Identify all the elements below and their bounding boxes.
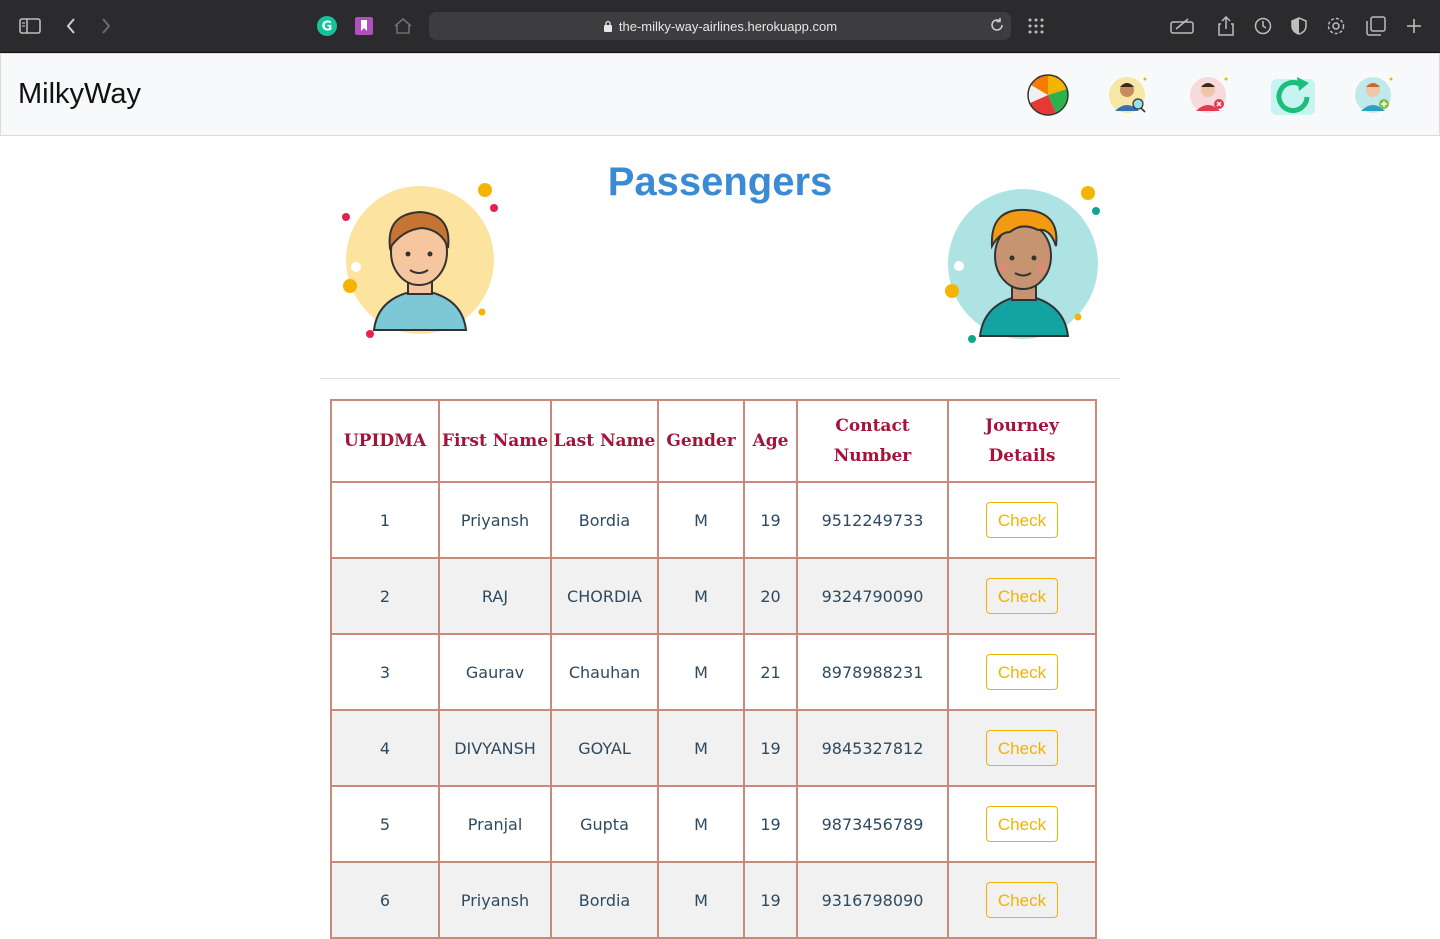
cell-gender: M [657, 785, 745, 863]
cell-age: 19 [743, 861, 798, 939]
cell-last-name: Gupta [550, 785, 659, 863]
column-header-upidma: UPIDMA [330, 399, 440, 483]
cell-contact: 9316798090 [796, 861, 949, 939]
cell-upidma: 2 [330, 557, 440, 635]
column-header-gender: Gender [657, 399, 745, 483]
cell-first-name: Pranjal [438, 785, 552, 863]
cell-gender: M [657, 633, 745, 711]
cell-contact: 9845327812 [796, 709, 949, 787]
refresh-icon[interactable] [1269, 73, 1315, 117]
column-header-first-name: First Name [438, 399, 552, 483]
cell-age: 19 [743, 481, 798, 559]
cell-last-name: CHORDIA [550, 557, 659, 635]
cell-contact: 9324790090 [796, 557, 949, 635]
url-text: the-milky-way-airlines.herokuapp.com [618, 18, 838, 34]
cell-first-name: DIVYANSH [438, 709, 552, 787]
section-divider [320, 378, 1120, 379]
column-header-age: Age [743, 399, 798, 483]
remove-user-icon[interactable] [1188, 73, 1232, 117]
grid-apps-icon[interactable] [1024, 14, 1048, 38]
app-navbar: MilkyWay [0, 53, 1440, 136]
column-header-journey-details: Journey Details [947, 399, 1097, 483]
history-icon[interactable] [1251, 14, 1275, 38]
cell-first-name: Priyansh [438, 481, 552, 559]
check-journey-button[interactable]: Check [986, 806, 1058, 842]
svg-text:G: G [322, 20, 333, 35]
cell-journey: Check [947, 481, 1097, 559]
passenger-avatar-right [940, 180, 1110, 349]
cell-age: 19 [743, 709, 798, 787]
cell-age: 20 [743, 557, 798, 635]
table-header-row: UPIDMA First Name Last Name Gender Age C… [330, 399, 1097, 483]
cell-contact: 8978988231 [796, 633, 949, 711]
column-header-last-name: Last Name [550, 399, 659, 483]
brand-logo[interactable]: MilkyWay [18, 78, 141, 111]
cell-first-name: RAJ [438, 557, 552, 635]
reload-icon[interactable] [989, 17, 1005, 33]
pie-chart-icon[interactable] [1026, 73, 1070, 117]
browser-toolbar: G the-milky-way-airlines.herokuapp.com [0, 0, 1440, 53]
cell-upidma: 6 [330, 861, 440, 939]
cell-last-name: Chauhan [550, 633, 659, 711]
cell-journey: Check [947, 633, 1097, 711]
forward-icon[interactable] [94, 14, 118, 38]
page-title: Passengers [607, 160, 833, 204]
settings-gear-icon[interactable] [1324, 14, 1348, 38]
cell-gender: M [657, 709, 745, 787]
check-journey-button[interactable]: Check [986, 502, 1058, 538]
table-row: 2 RAJ CHORDIA M 20 9324790090 Check [330, 557, 1097, 635]
column-header-contact-number: Contact Number [796, 399, 949, 483]
cell-journey: Check [947, 709, 1097, 787]
bookmark-extension-icon[interactable] [352, 14, 376, 38]
cell-upidma: 5 [330, 785, 440, 863]
cell-gender: M [657, 481, 745, 559]
table-row: 6 Priyansh Bordia M 19 9316798090 Check [330, 861, 1097, 939]
cell-upidma: 3 [330, 633, 440, 711]
cell-last-name: Bordia [550, 481, 659, 559]
cell-contact: 9873456789 [796, 785, 949, 863]
cell-upidma: 1 [330, 481, 440, 559]
cell-last-name: Bordia [550, 861, 659, 939]
add-user-icon[interactable] [1353, 73, 1397, 117]
cell-upidma: 4 [330, 709, 440, 787]
table-row: 3 Gaurav Chauhan M 21 8978988231 Check [330, 633, 1097, 711]
table-row: 5 Pranjal Gupta M 19 9873456789 Check [330, 785, 1097, 863]
cell-age: 21 [743, 633, 798, 711]
share-icon[interactable] [1214, 14, 1238, 38]
lock-icon [603, 20, 612, 32]
new-tab-icon[interactable] [1402, 14, 1426, 38]
passenger-avatar-left [338, 178, 508, 347]
grammarly-extension-icon[interactable]: G [315, 14, 339, 38]
cell-journey: Check [947, 785, 1097, 863]
table-row: 4 DIVYANSH GOYAL M 19 9845327812 Check [330, 709, 1097, 787]
cell-journey: Check [947, 557, 1097, 635]
check-journey-button[interactable]: Check [986, 730, 1058, 766]
cell-first-name: Gaurav [438, 633, 552, 711]
privacy-shield-icon[interactable] [1287, 14, 1311, 38]
table-row: 1 Priyansh Bordia M 19 9512249733 Check [330, 481, 1097, 559]
back-icon[interactable] [59, 14, 83, 38]
address-bar[interactable]: the-milky-way-airlines.herokuapp.com [429, 12, 1011, 40]
check-journey-button[interactable]: Check [986, 882, 1058, 918]
passengers-table: UPIDMA First Name Last Name Gender Age C… [330, 399, 1097, 939]
cell-last-name: GOYAL [550, 709, 659, 787]
cell-contact: 9512249733 [796, 481, 949, 559]
annotate-icon[interactable] [1170, 14, 1194, 38]
cell-gender: M [657, 557, 745, 635]
check-journey-button[interactable]: Check [986, 654, 1058, 690]
check-journey-button[interactable]: Check [986, 578, 1058, 614]
cell-age: 19 [743, 785, 798, 863]
search-user-icon[interactable] [1107, 73, 1151, 117]
cell-gender: M [657, 861, 745, 939]
cell-first-name: Priyansh [438, 861, 552, 939]
tabs-overview-icon[interactable] [1364, 14, 1388, 38]
cell-journey: Check [947, 861, 1097, 939]
home-icon[interactable] [391, 14, 415, 38]
sidebar-toggle-icon[interactable] [18, 14, 42, 38]
